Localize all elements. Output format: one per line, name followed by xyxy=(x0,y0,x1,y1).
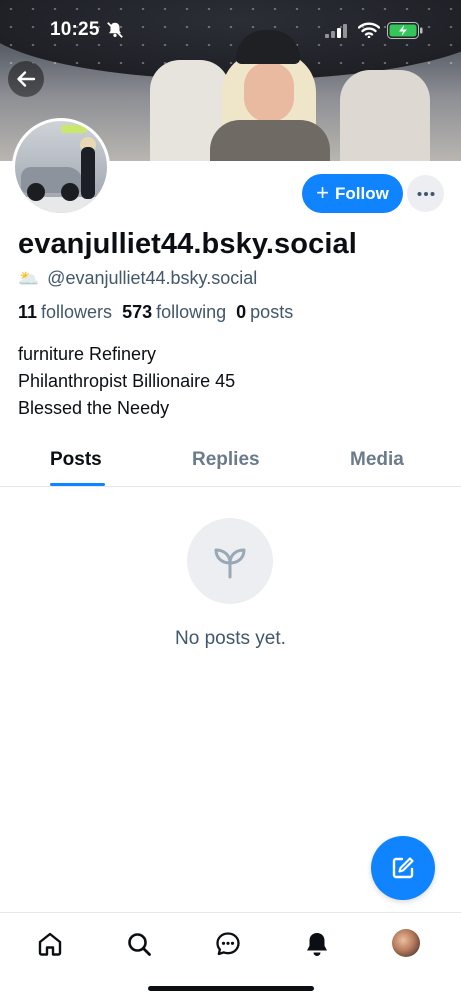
plus-icon: + xyxy=(316,179,330,205)
nav-chat[interactable] xyxy=(214,930,242,958)
status-bar: 10:25 xyxy=(0,0,461,60)
bio-line: furniture Refinery xyxy=(18,344,157,364)
nav-search[interactable] xyxy=(125,930,153,958)
bell-icon xyxy=(307,933,327,956)
chat-icon xyxy=(216,932,240,956)
empty-state-badge xyxy=(187,518,273,604)
home-icon xyxy=(38,932,62,956)
posts-stat: 0 posts xyxy=(236,302,293,323)
profile-avatar[interactable] xyxy=(12,118,110,216)
follow-button[interactable]: + Follow xyxy=(302,174,403,213)
active-tab-indicator xyxy=(50,483,105,486)
display-name: evanjulliet44.bsky.social xyxy=(18,228,357,260)
empty-state-text: No posts yet. xyxy=(175,628,286,649)
following-label: following xyxy=(156,302,227,322)
profile-stats: 11 followers 573 following 0 posts xyxy=(18,302,293,323)
more-options-button[interactable] xyxy=(407,175,444,212)
tab-posts[interactable]: Posts xyxy=(50,449,102,471)
profile-tabs: Posts Replies Media xyxy=(0,440,461,487)
tab-replies[interactable]: Replies xyxy=(192,449,260,471)
cellular-signal-icon xyxy=(325,24,347,38)
arrow-left-icon xyxy=(17,71,36,87)
bell-muted-icon xyxy=(107,22,123,38)
back-button[interactable] xyxy=(8,61,44,97)
nav-home[interactable] xyxy=(36,930,64,958)
ellipsis-icon xyxy=(417,191,434,196)
bio-line: Blessed the Needy xyxy=(18,398,170,418)
following-count: 573 xyxy=(122,302,153,322)
following-link[interactable]: 573 following xyxy=(122,302,226,323)
posts-count: 0 xyxy=(236,302,247,322)
follow-label: Follow xyxy=(335,183,389,203)
battery-charging-icon xyxy=(387,22,423,39)
compose-button[interactable] xyxy=(371,836,435,900)
followers-link[interactable]: 11 followers xyxy=(18,302,112,323)
posts-label: posts xyxy=(250,302,294,322)
profile-bio: furniture Refinery Philanthropist Billio… xyxy=(18,341,235,422)
compose-icon xyxy=(392,857,414,879)
handle: @evanjulliet44.bsky.social xyxy=(47,268,258,288)
followers-count: 11 xyxy=(18,302,38,322)
followers-label: followers xyxy=(41,302,113,322)
nav-profile-avatar[interactable] xyxy=(392,929,420,957)
sun-behind-cloud-icon: 🌥️ xyxy=(18,268,40,288)
handle-row: 🌥️ @evanjulliet44.bsky.social xyxy=(18,268,257,289)
nav-notifications[interactable] xyxy=(303,930,331,958)
search-icon xyxy=(128,933,151,956)
tab-media[interactable]: Media xyxy=(350,449,404,471)
wifi-icon xyxy=(358,22,380,38)
bio-line: Philanthropist Billionaire 45 xyxy=(18,371,236,391)
sprout-icon xyxy=(214,548,246,579)
home-indicator xyxy=(148,986,314,991)
status-time: 10:25 xyxy=(50,19,100,40)
